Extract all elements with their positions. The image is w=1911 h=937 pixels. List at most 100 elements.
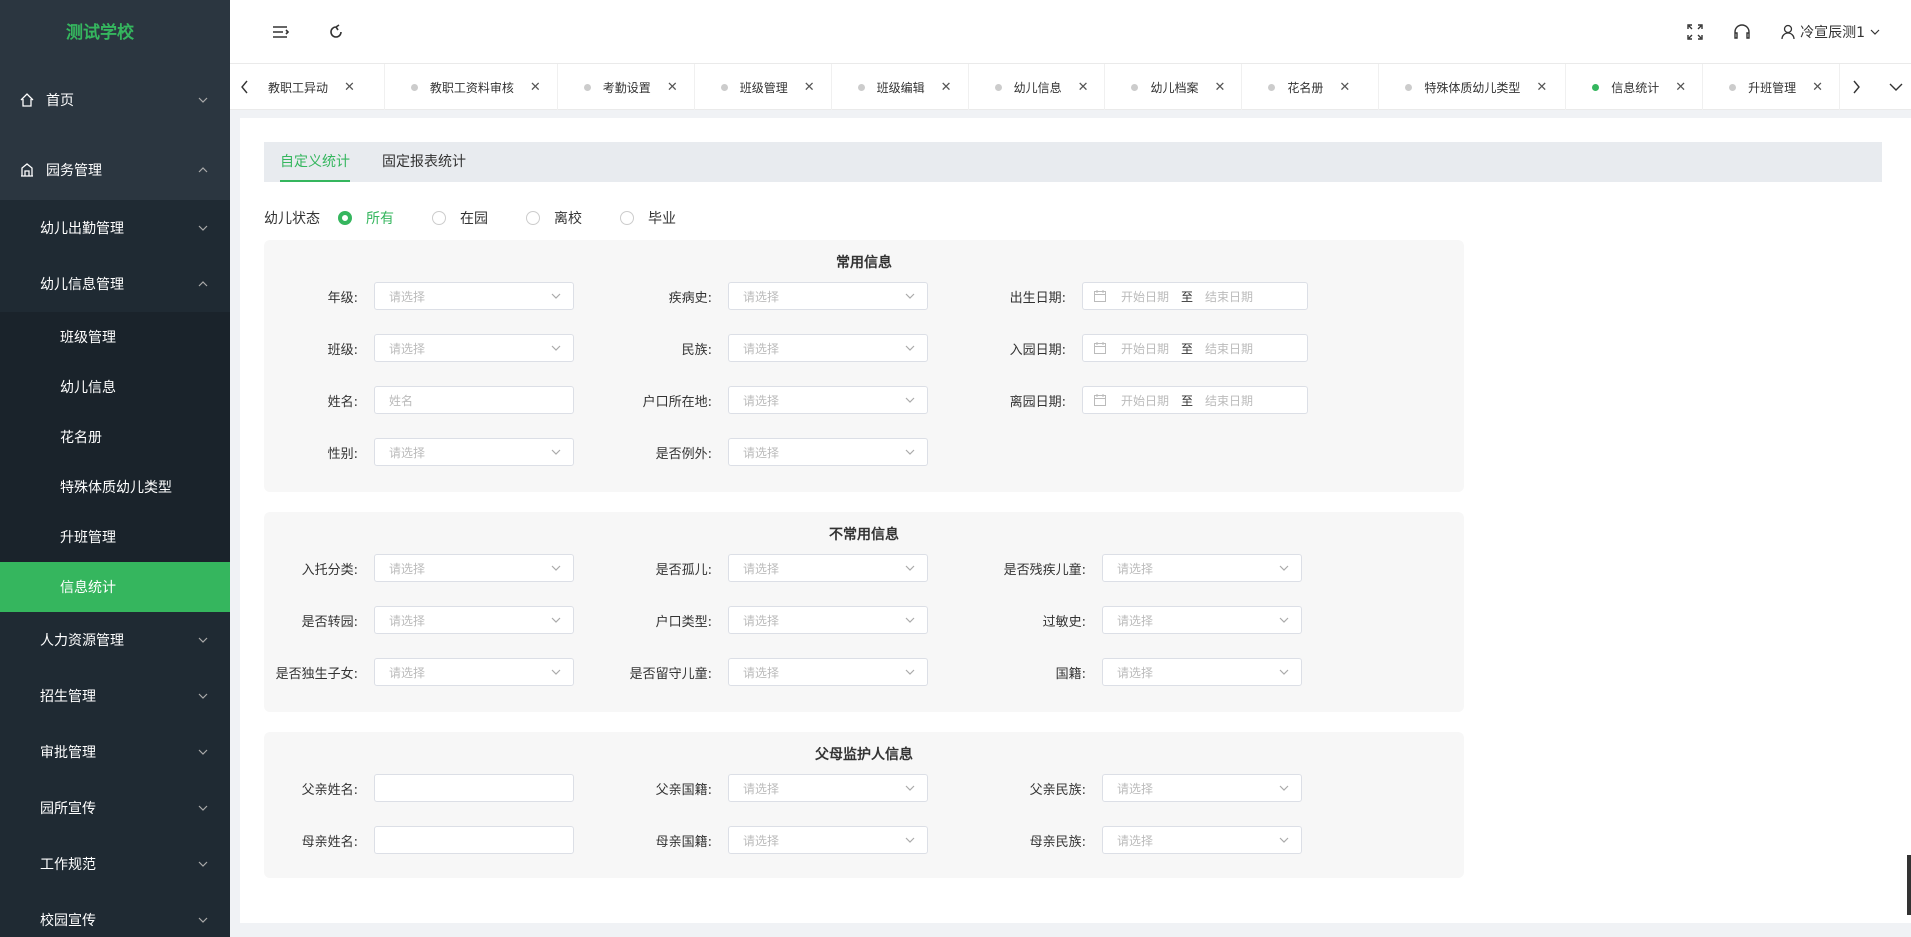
chevron-down-icon (1279, 617, 1289, 623)
household-select[interactable]: 请选择 (728, 386, 928, 414)
chevron-down-icon (198, 861, 208, 867)
chevron-down-icon (1279, 837, 1289, 843)
sidebar-item-label: 园所宣传 (40, 801, 96, 817)
disease-history-select[interactable]: 请选择 (728, 282, 928, 310)
tab-dot (1268, 83, 1276, 91)
tab-roster[interactable]: 花名册 ✕ (1242, 64, 1380, 110)
grade-select[interactable]: 请选择 (374, 282, 574, 310)
close-icon[interactable]: ✕ (1339, 80, 1350, 95)
tab-staff-review[interactable]: 教职工资料审核 ✕ (385, 64, 558, 110)
tab-class-edit[interactable]: 班级编辑 ✕ (832, 64, 969, 110)
sidebar-item-hr[interactable]: 人力资源管理 (0, 612, 230, 668)
close-icon[interactable]: ✕ (1078, 80, 1089, 95)
close-icon[interactable]: ✕ (1215, 80, 1226, 95)
radio-left[interactable]: 离校 (526, 208, 582, 228)
tab-label: 升班管理 (1748, 80, 1797, 95)
tabs-dropdown[interactable] (1881, 64, 1911, 110)
select-placeholder: 请选择 (743, 393, 780, 408)
select-placeholder: 请选择 (1117, 561, 1154, 576)
sidebar-item-info-statistics[interactable]: 信息统计 (0, 562, 230, 612)
sidebar-item-special-constitution[interactable]: 特殊体质幼儿类型 (0, 462, 230, 512)
sidebar-item-attendance[interactable]: 幼儿出勤管理 (0, 200, 230, 256)
tab-child-archive[interactable]: 幼儿档案 ✕ (1105, 64, 1243, 110)
close-icon[interactable]: ✕ (530, 80, 541, 95)
tab-custom-statistics[interactable]: 自定义统计 (264, 142, 366, 182)
menu-fold-icon[interactable] (270, 22, 290, 42)
sidebar-item-enrollment[interactable]: 招生管理 (0, 668, 230, 724)
sidebar-item-promotion[interactable]: 升班管理 (0, 512, 230, 562)
radio-graduated[interactable]: 毕业 (620, 208, 676, 228)
fullscreen-icon[interactable] (1686, 23, 1704, 41)
tab-attendance-settings[interactable]: 考勤设置 ✕ (558, 64, 695, 110)
tab-promotion[interactable]: 升班管理 ✕ (1703, 64, 1840, 110)
close-icon[interactable]: ✕ (1536, 80, 1547, 95)
close-icon[interactable]: ✕ (941, 80, 952, 95)
chevron-down-icon (1889, 83, 1903, 91)
sidebar-item-campus-promotion[interactable]: 校园宣传 (0, 892, 230, 937)
radio-in-park[interactable]: 在园 (432, 208, 488, 228)
close-icon[interactable]: ✕ (804, 80, 815, 95)
disabled-child-select[interactable]: 请选择 (1102, 554, 1302, 582)
leave-date-range[interactable]: 开始日期 至 结束日期 (1082, 386, 1308, 414)
tab-fixed-report[interactable]: 固定报表统计 (366, 142, 482, 182)
enroll-date-range[interactable]: 开始日期 至 结束日期 (1082, 334, 1308, 362)
sidebar-item-park-promotion[interactable]: 园所宣传 (0, 780, 230, 836)
nationality-select[interactable]: 请选择 (1102, 658, 1302, 686)
sidebar-item-roster[interactable]: 花名册 (0, 412, 230, 462)
sidebar-item-label: 幼儿信息管理 (40, 277, 124, 293)
sidebar-item-work-standards[interactable]: 工作规范 (0, 836, 230, 892)
sidebar-item-class-management[interactable]: 班级管理 (0, 312, 230, 362)
nation-select[interactable]: 请选择 (728, 334, 928, 362)
allergy-select[interactable]: 请选择 (1102, 606, 1302, 634)
field-birth-date: 出生日期: 开始日期 至 结束日期 (972, 282, 1308, 310)
tabs-scroll-right[interactable] (1841, 64, 1871, 110)
name-input[interactable]: 姓名 (374, 386, 574, 414)
gender-select[interactable]: 请选择 (374, 438, 574, 466)
father-nationality-select[interactable]: 请选择 (728, 774, 928, 802)
sidebar-item-approval[interactable]: 审批管理 (0, 724, 230, 780)
close-icon[interactable]: ✕ (1812, 80, 1823, 95)
mother-nation-select[interactable]: 请选择 (1102, 826, 1302, 854)
mother-name-input[interactable] (374, 826, 574, 854)
tab-child-info[interactable]: 幼儿信息 ✕ (969, 64, 1106, 110)
field-disease-history: 疾病史: 请选择 (618, 282, 928, 310)
transfer-select[interactable]: 请选择 (374, 606, 574, 634)
calendar-icon (1094, 394, 1106, 406)
sidebar-item-label: 园务管理 (46, 163, 102, 179)
tabs-scroll-left[interactable] (230, 64, 260, 110)
page-scrollbar[interactable] (1907, 855, 1911, 915)
only-child-select[interactable]: 请选择 (374, 658, 574, 686)
exception-select[interactable]: 请选择 (728, 438, 928, 466)
refresh-icon[interactable] (326, 22, 346, 42)
sidebar-item-park-management[interactable]: 园务管理 (0, 140, 230, 200)
tab-special-constitution[interactable]: 特殊体质幼儿类型 ✕ (1379, 64, 1567, 110)
field-only-child: 是否独生子女: 请选择 (264, 658, 574, 686)
user-menu[interactable]: 冷宣辰测1 (1780, 22, 1881, 42)
field-label: 父亲姓名: (301, 782, 358, 798)
tab-info-statistics[interactable]: 信息统计 ✕ (1566, 64, 1704, 110)
tab-class-management[interactable]: 班级管理 ✕ (695, 64, 832, 110)
field-transfer: 是否转园: 请选择 (264, 606, 574, 634)
left-behind-select[interactable]: 请选择 (728, 658, 928, 686)
father-name-input[interactable] (374, 774, 574, 802)
close-icon[interactable]: ✕ (1675, 80, 1686, 95)
father-nation-select[interactable]: 请选择 (1102, 774, 1302, 802)
care-type-select[interactable]: 请选择 (374, 554, 574, 582)
mother-nationality-select[interactable]: 请选择 (728, 826, 928, 854)
sidebar-item-home[interactable]: 首页 (0, 60, 230, 140)
close-icon[interactable]: ✕ (667, 80, 678, 95)
sidebar-item-child-info[interactable]: 幼儿信息 (0, 362, 230, 412)
radio-all[interactable]: 所有 (338, 208, 394, 228)
headset-icon[interactable] (1732, 22, 1752, 42)
select-placeholder: 请选择 (1117, 833, 1154, 848)
sidebar-item-child-info-management[interactable]: 幼儿信息管理 (0, 256, 230, 312)
class-select[interactable]: 请选择 (374, 334, 574, 362)
field-label: 入园日期: (1009, 342, 1066, 358)
hukou-type-select[interactable]: 请选择 (728, 606, 928, 634)
tab-staff-change[interactable]: 教职工异动 ✕ (260, 64, 385, 110)
orphan-select[interactable]: 请选择 (728, 554, 928, 582)
birth-date-range[interactable]: 开始日期 至 结束日期 (1082, 282, 1308, 310)
sidebar-item-label: 班级管理 (60, 330, 116, 346)
chevron-down-icon (905, 565, 915, 571)
close-icon[interactable]: ✕ (344, 80, 355, 95)
